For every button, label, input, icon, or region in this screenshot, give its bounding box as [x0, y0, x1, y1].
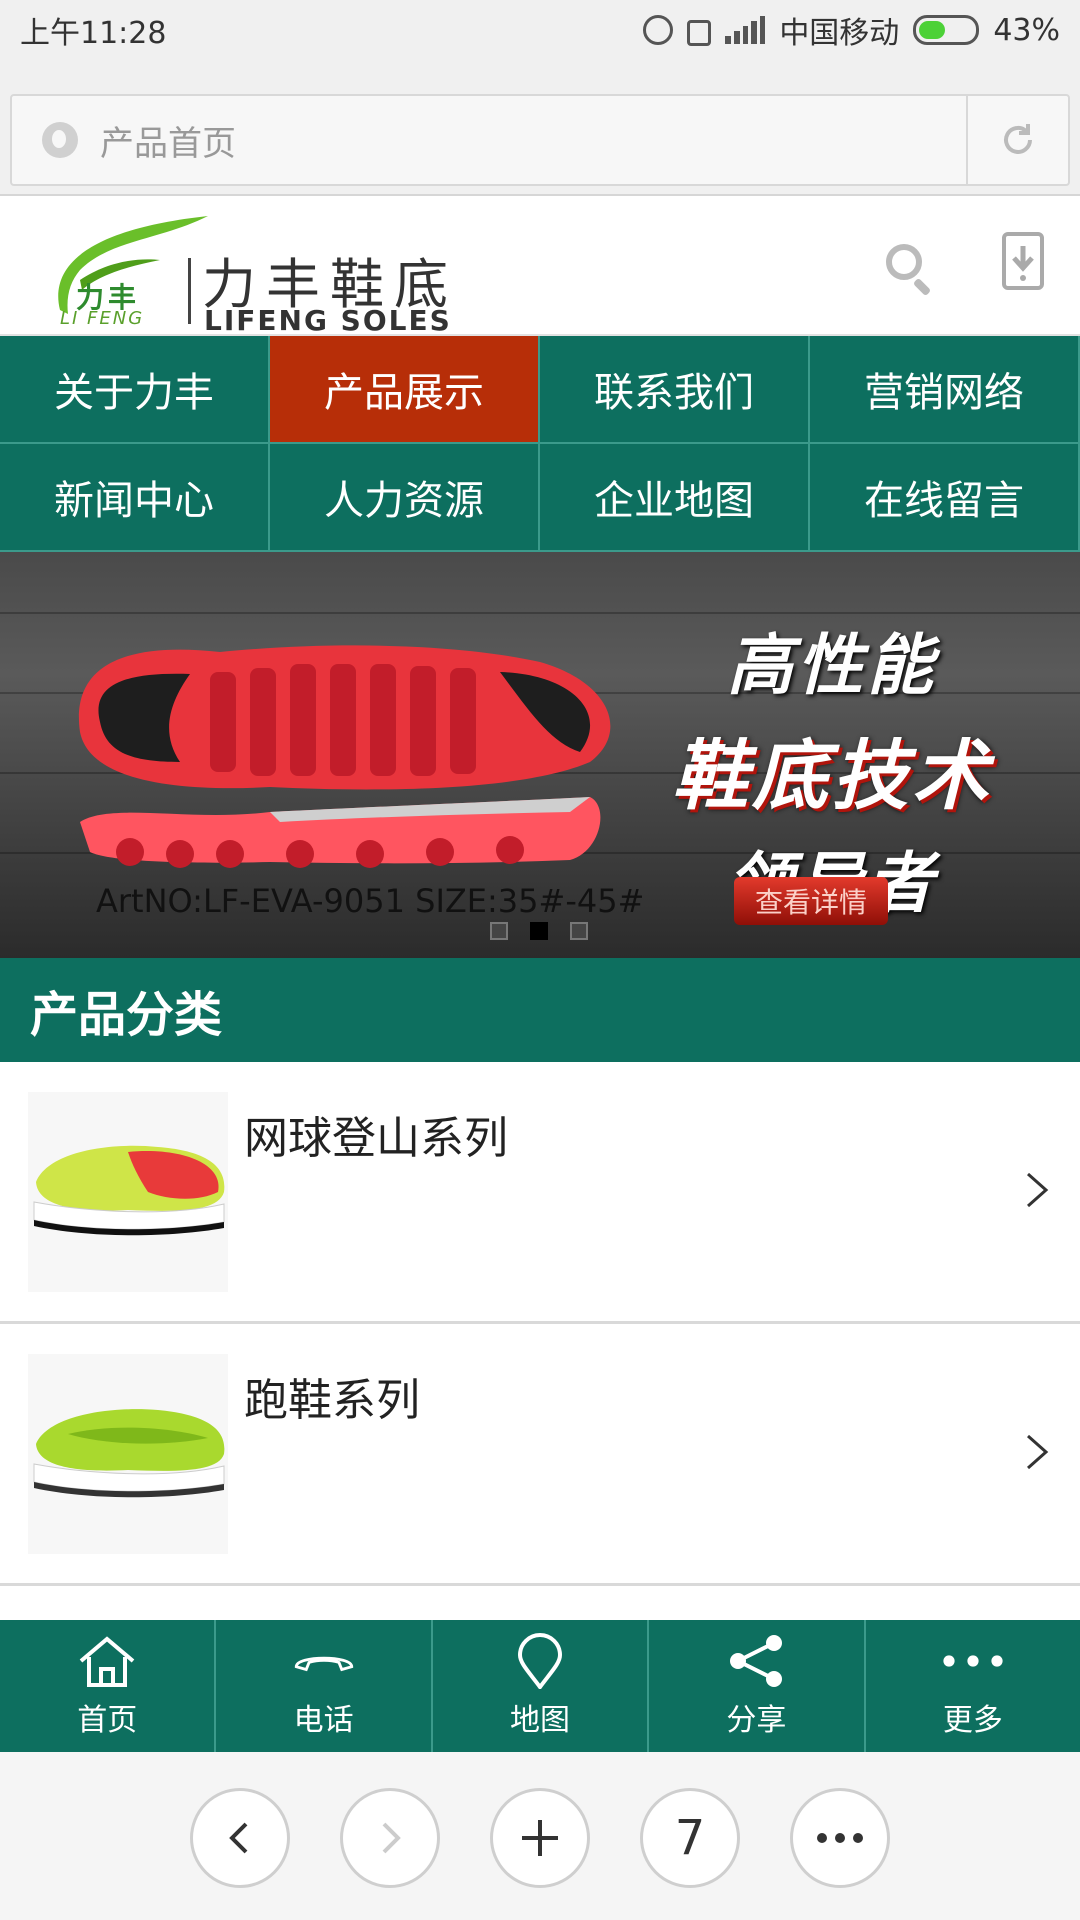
nav-item[interactable]: 人力资源 [270, 444, 540, 552]
menu-dots-icon [817, 1833, 863, 1843]
carousel-dot[interactable] [530, 922, 548, 940]
mobile-download-button[interactable] [1002, 232, 1044, 290]
page-title[interactable]: 产品首页 [100, 116, 966, 165]
plus-icon [522, 1820, 558, 1856]
battery-percent: 43% [993, 12, 1060, 48]
map-pin-icon [518, 1633, 563, 1689]
bottom-nav-phone[interactable]: 电话 [216, 1620, 433, 1752]
battery-icon [913, 15, 980, 45]
bottom-nav-label: 分享 [726, 1703, 787, 1738]
chevron-right-icon [1027, 1172, 1049, 1208]
banner-slogan-line1: 高性能 [727, 627, 937, 704]
browser-menu-button[interactable] [790, 1788, 890, 1888]
list-item[interactable]: 跑鞋系列 [0, 1324, 1080, 1586]
forward-icon [382, 1822, 401, 1854]
tabs-count-button[interactable]: 7 [640, 1788, 740, 1888]
status-bar: 上午11:28 中国移动 43% [0, 0, 1080, 60]
hero-banner[interactable]: 高性能 鞋底技术 领导者 ArtNO:LF-EVA-9051 SIZE:35#-… [0, 552, 1080, 958]
bottom-nav-label: 电话 [293, 1703, 354, 1738]
site-icon [42, 122, 78, 158]
bottom-nav-home[interactable]: 首页 [0, 1620, 217, 1752]
shoe-sole-image [78, 645, 611, 868]
bottom-nav-more[interactable]: 更多 [866, 1620, 1080, 1752]
alarm-icon [643, 15, 674, 45]
signal-icon [725, 16, 766, 44]
list-item[interactable]: 网球登山系列 [0, 1062, 1080, 1324]
logo-divider [188, 258, 191, 324]
browser-address-area: 产品首页 [0, 60, 1080, 196]
nav-item[interactable]: 联系我们 [540, 336, 810, 444]
download-icon [1012, 246, 1034, 281]
bottom-nav: 首页 电话 地图 分享 更多 [0, 1620, 1080, 1752]
browser-toolbar: 7 [0, 1752, 1080, 1920]
nav-item[interactable]: 在线留言 [810, 444, 1080, 552]
section-title: 产品分类 [0, 958, 1080, 1062]
carousel-dot[interactable] [490, 922, 508, 940]
product-title: 网球登山系列 [244, 1113, 508, 1164]
more-icon [943, 1655, 1003, 1667]
view-details-button[interactable]: 查看详情 [734, 877, 888, 925]
back-icon [229, 1822, 248, 1854]
search-button[interactable] [880, 238, 940, 298]
status-icons: 中国移动 43% [643, 8, 1060, 52]
logo-text-en: LIFENG SOLES [204, 304, 452, 337]
home-icon [79, 1636, 135, 1687]
bottom-nav-label: 更多 [942, 1703, 1003, 1738]
banner-caption: ArtNO:LF-EVA-9051 SIZE:35#-45# [96, 882, 645, 920]
main-nav: 关于力丰 产品展示 联系我们 营销网络新闻中心 人力资源 企业地图 在线留言 [0, 336, 1080, 552]
bottom-nav-share[interactable]: 分享 [649, 1620, 866, 1752]
reload-icon [1004, 124, 1032, 154]
search-icon [886, 244, 922, 280]
bottom-nav-label: 地图 [510, 1703, 571, 1738]
site-header: 力丰 LI FENG 力丰鞋底 LIFENG SOLES [0, 198, 1080, 337]
product-title: 跑鞋系列 [244, 1375, 420, 1426]
logo-small-en: LI FENG [60, 308, 145, 329]
nav-item[interactable]: 企业地图 [540, 444, 810, 552]
nav-item[interactable]: 关于力丰 [0, 336, 270, 444]
banner-slogan-line2: 鞋底技术 [672, 731, 992, 820]
site-logo[interactable]: 力丰 LI FENG 力丰鞋底 LIFENG SOLES [36, 204, 476, 337]
nav-item[interactable]: 新闻中心 [0, 444, 270, 552]
share-icon [730, 1635, 783, 1687]
chevron-right-icon [1027, 1434, 1049, 1470]
forward-button[interactable] [340, 1788, 440, 1888]
bottom-nav-label: 首页 [77, 1703, 138, 1738]
bottom-nav-map[interactable]: 地图 [433, 1620, 650, 1752]
address-bar[interactable]: 产品首页 [10, 94, 1070, 186]
new-tab-button[interactable] [490, 1788, 590, 1888]
lock-icon [687, 20, 712, 46]
reload-button[interactable] [966, 96, 1068, 184]
carousel-dot[interactable] [570, 922, 588, 940]
carrier-name: 中国移动 [779, 16, 900, 51]
status-time: 上午11:28 [20, 16, 167, 51]
tabs-count: 7 [674, 1810, 706, 1866]
product-thumbnail [28, 1354, 228, 1554]
nav-item[interactable]: 营销网络 [810, 336, 1080, 444]
carousel-indicators [490, 922, 588, 940]
back-button[interactable] [190, 1788, 290, 1888]
product-category-list: 网球登山系列 跑鞋系列 [0, 1062, 1080, 1586]
phone-icon [294, 1656, 353, 1672]
product-thumbnail [28, 1092, 228, 1292]
nav-item[interactable]: 产品展示 [270, 336, 540, 444]
